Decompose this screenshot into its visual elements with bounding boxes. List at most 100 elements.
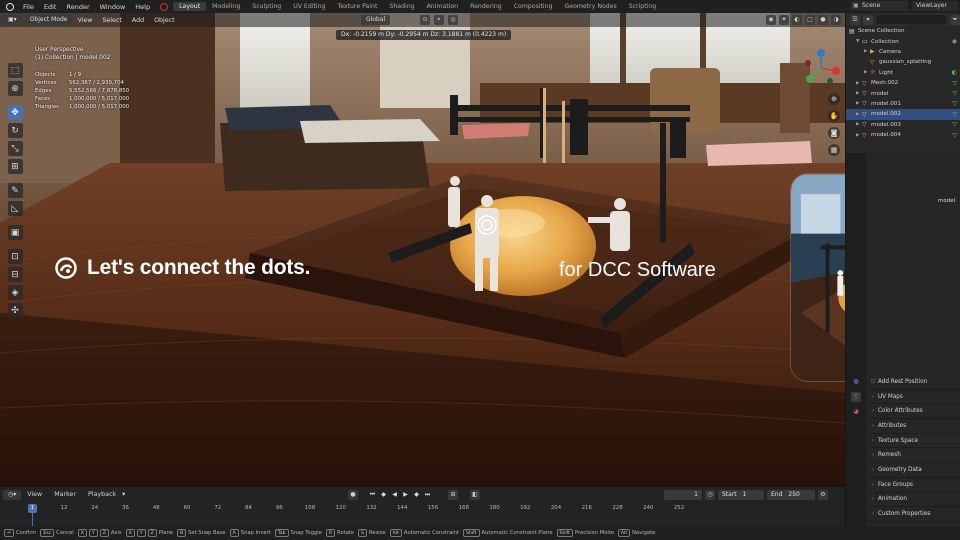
auto-key-icon[interactable]: ◧	[470, 490, 480, 500]
outliner-editor-icon[interactable]: ☰	[850, 14, 860, 25]
extra-tool-1-icon[interactable]: ⊡	[7, 249, 23, 264]
visibility-icon[interactable]: ◉	[766, 15, 776, 25]
object-mode-dropdown[interactable]: Object Mode	[24, 15, 73, 25]
select-box-tool-icon[interactable]: ⬚	[7, 63, 23, 78]
rotate-tool-icon[interactable]: ↻	[7, 123, 23, 138]
play-icon[interactable]: ▶	[401, 490, 410, 499]
timeline-menu-marker[interactable]: Marker	[48, 491, 82, 498]
transform-orientation-dropdown[interactable]: Global	[361, 15, 391, 25]
start-frame-field[interactable]: Start 1	[718, 490, 764, 500]
panel-uv-maps[interactable]: › UV Maps	[868, 390, 960, 405]
scene-selector[interactable]: Scene	[850, 1, 908, 11]
checkbox-icon[interactable]: ☐	[868, 379, 878, 385]
current-frame-field[interactable]: 1	[664, 490, 702, 500]
xray-icon[interactable]: ▢	[805, 15, 815, 25]
overlay-icon[interactable]: ◐	[792, 15, 802, 25]
panel-remesh[interactable]: › Remesh	[868, 448, 960, 464]
eye-icon[interactable]: ◉	[952, 38, 957, 45]
outliner-filter-icon[interactable]: ▾	[863, 14, 873, 25]
tab-modeling[interactable]: Modeling	[206, 2, 246, 11]
solid-shading-icon[interactable]: ●	[818, 15, 828, 25]
physics-tab-icon[interactable]: ◍	[851, 377, 861, 387]
panel-custom-properties[interactable]: › Custom Properties	[868, 507, 960, 522]
outliner-row-model[interactable]: ▶ ▽ model ▽	[846, 88, 960, 98]
camera-view-icon[interactable]: ◙	[828, 127, 840, 139]
record-keyframe-icon[interactable]: ●	[348, 490, 358, 500]
keying-set-icon[interactable]: ⊞	[448, 490, 458, 500]
viewport-menu-select[interactable]: Select	[97, 17, 126, 24]
timeline-menu-view[interactable]: View	[21, 491, 48, 498]
outliner-row-model001[interactable]: ▶ ▽ model.001 ▽	[846, 99, 960, 109]
panel-attributes[interactable]: › Attributes	[868, 419, 960, 434]
menu-file[interactable]: File	[18, 3, 39, 11]
panel-animation[interactable]: › Animation	[868, 493, 960, 508]
playhead[interactable]: 1	[28, 504, 37, 513]
tab-animation[interactable]: Animation	[421, 2, 465, 11]
menu-render[interactable]: Render	[61, 3, 94, 11]
gizmo-icon[interactable]: ✦	[779, 15, 789, 25]
panel-geometry-data[interactable]: › Geometry Data	[868, 463, 960, 478]
timeline-options-icon[interactable]: ⚙	[818, 490, 828, 500]
menu-edit[interactable]: Edit	[39, 3, 62, 11]
view-layer-selector[interactable]: ViewLayer	[912, 1, 958, 11]
tab-compositing[interactable]: Compositing	[508, 2, 559, 11]
jump-end-icon[interactable]: ⏭	[423, 490, 432, 499]
scale-tool-icon[interactable]: ⤡	[7, 141, 23, 156]
annotate-tool-icon[interactable]: ✎	[7, 183, 23, 198]
menu-window[interactable]: Window	[95, 3, 131, 11]
perspective-toggle-icon[interactable]: ▦	[828, 144, 840, 156]
viewport-menu-add[interactable]: Add	[127, 17, 149, 24]
filter-funnel-icon[interactable]: ⏷	[950, 14, 960, 25]
timeline-menu-playback[interactable]: Playback	[82, 491, 122, 498]
extra-tool-3-icon[interactable]: ◈	[7, 285, 23, 300]
extra-tool-2-icon[interactable]: ⊟	[7, 267, 23, 282]
material-shading-icon[interactable]: ◑	[831, 15, 841, 25]
tab-layout[interactable]: Layout	[173, 2, 207, 11]
jump-start-icon[interactable]: ⏮	[368, 490, 377, 499]
play-reverse-icon[interactable]: ◀	[390, 490, 399, 499]
record-icon[interactable]	[160, 2, 169, 11]
transform-tool-icon[interactable]: ⊞	[7, 159, 23, 174]
next-keyframe-icon[interactable]: ◆	[412, 490, 421, 499]
outliner-row-gaussian[interactable]: ▽ gaussian_splatting	[846, 57, 960, 67]
outliner-row-collection[interactable]: ▼ ▭ Collection ◉	[846, 36, 960, 46]
menu-help[interactable]: Help	[130, 3, 155, 11]
add-cube-tool-icon[interactable]: ▣	[7, 225, 23, 240]
cursor-tool-icon[interactable]: ⊕	[7, 81, 23, 96]
outliner-row-model003[interactable]: ▶ ▽ model.003 ▽	[846, 120, 960, 130]
end-frame-field[interactable]: End 250	[767, 490, 815, 500]
proportional-edit-icon[interactable]: ◎	[448, 15, 458, 25]
outliner-row-model002[interactable]: ▶ ▽ model.002 ▽	[846, 109, 960, 120]
outliner-row-mesh002[interactable]: ▶ ▽ Mesh.002 ▽	[846, 78, 960, 88]
prev-keyframe-icon[interactable]: ◆	[379, 490, 388, 499]
mesh-data-tab-icon[interactable]: ▽	[851, 392, 861, 402]
pan-hand-icon[interactable]: ✋	[828, 110, 840, 122]
outliner-row-model004[interactable]: ▶ ▽ model.004 ▽	[846, 130, 960, 140]
tab-uv-editing[interactable]: UV Editing	[287, 2, 331, 11]
panel-face-groups[interactable]: › Face Groups	[868, 478, 960, 493]
timeline-editor-type-icon[interactable]: ◷▾	[3, 489, 22, 500]
panel-texture-space[interactable]: › Texture Space	[868, 434, 960, 449]
tab-shading[interactable]: Shading	[383, 2, 420, 11]
material-tab-icon[interactable]: ◕	[851, 407, 861, 417]
tab-scripting[interactable]: Scripting	[623, 2, 663, 11]
outliner-row-scene-collection[interactable]: ▤ Scene Collection	[846, 26, 960, 36]
outliner-search-input[interactable]	[876, 15, 947, 24]
pivot-icon[interactable]: ⊙	[420, 15, 430, 25]
tab-geometry-nodes[interactable]: Geometry Nodes	[559, 2, 623, 11]
editor-type-button[interactable]: ▣▾	[3, 15, 22, 25]
panel-color-attributes[interactable]: › Color Attributes	[868, 404, 960, 420]
tab-texture-paint[interactable]: Texture Paint	[331, 2, 383, 11]
preview-range-icon[interactable]: ◷	[705, 490, 715, 500]
move-tool-icon[interactable]: ✥	[7, 105, 23, 120]
3d-viewport[interactable]: ▣▾ Object Mode View Select Add Object Gl…	[0, 13, 845, 486]
snap-icon[interactable]: ⌖	[434, 15, 444, 25]
navigation-gizmo-icon[interactable]	[800, 47, 842, 89]
blender-logo-icon[interactable]	[3, 2, 15, 11]
tab-sculpting[interactable]: Sculpting	[246, 2, 287, 11]
zoom-icon[interactable]: ⊕	[828, 93, 840, 105]
outliner-row-light[interactable]: ▶ ☼ Light ◐	[846, 68, 960, 78]
viewport-menu-object[interactable]: Object	[149, 17, 180, 24]
add-rest-position-checkbox[interactable]: ☐ Add Rest Position	[868, 375, 960, 390]
viewport-menu-view[interactable]: View	[72, 17, 97, 24]
